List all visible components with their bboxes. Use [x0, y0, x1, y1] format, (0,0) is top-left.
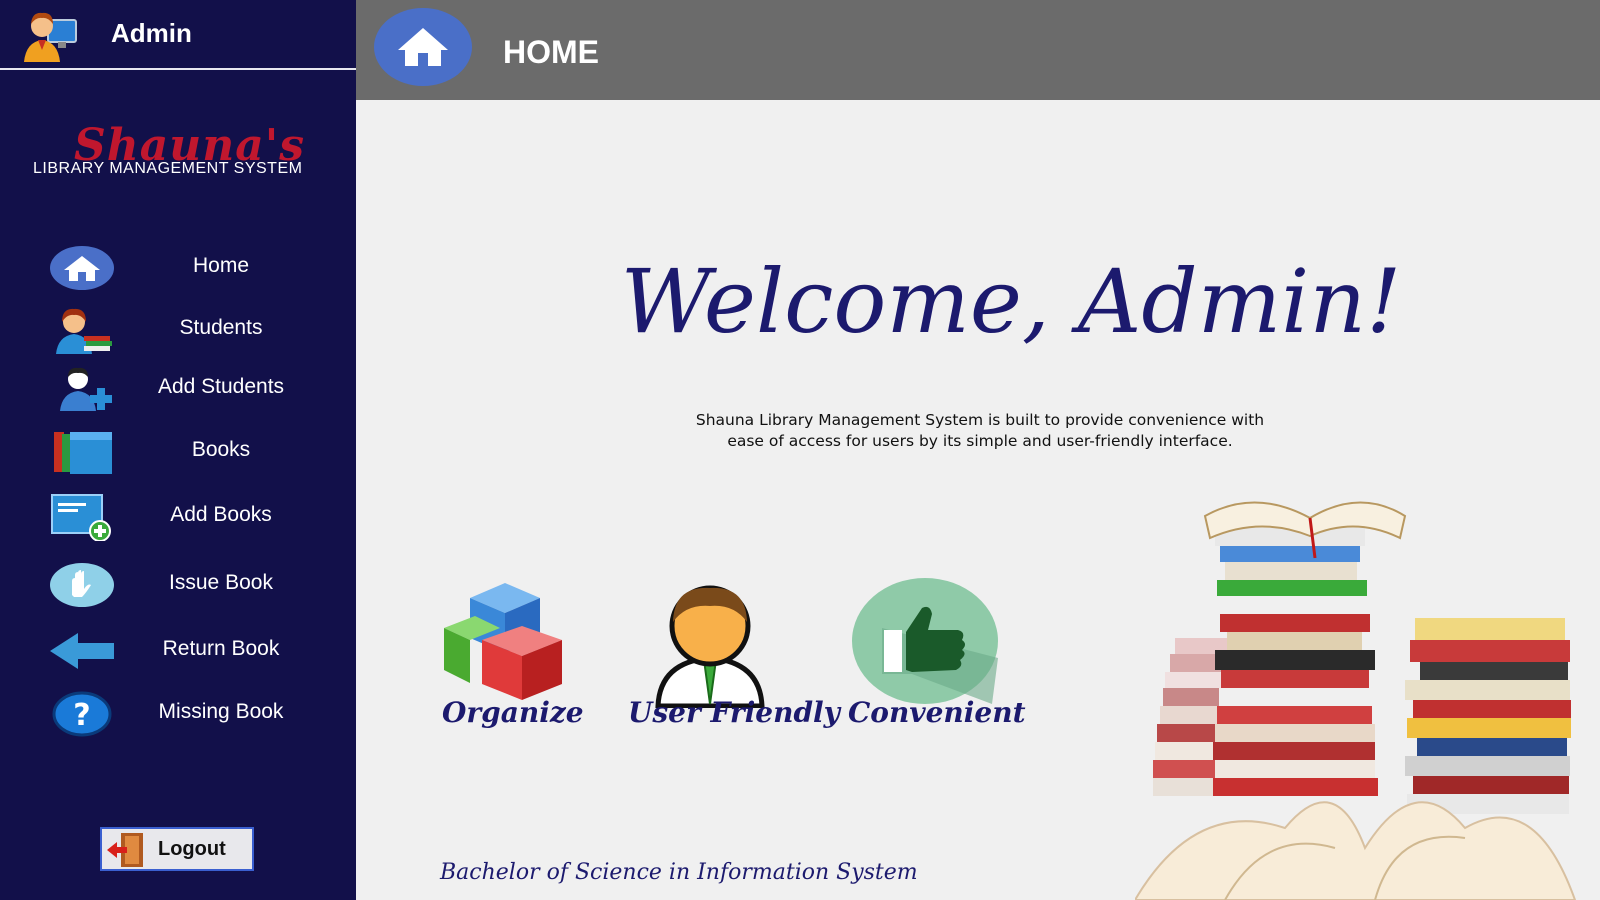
user-icon [655, 585, 765, 708]
sidebar-item-label: Home [192, 254, 250, 277]
logout-button[interactable]: Logout [100, 827, 254, 871]
sidebar-item-add-students[interactable]: Add Students [0, 361, 356, 417]
hand-icon [50, 563, 114, 607]
sidebar-item-label: Books [191, 438, 251, 461]
exit-door-icon [107, 833, 143, 867]
logo-subtitle: LIBRARY MANAGEMENT SYSTEM [33, 160, 303, 177]
description: Shauna Library Management System is buil… [620, 410, 1340, 452]
book-stack-center [1213, 528, 1378, 796]
description-line-1: Shauna Library Management System is buil… [695, 411, 1265, 429]
cubes-icon [444, 583, 562, 700]
sidebar-item-missing-book[interactable]: ? Missing Book [0, 686, 356, 742]
sidebar-item-label: Return Book [162, 637, 280, 660]
sidebar-item-issue-book[interactable]: Issue Book [0, 557, 356, 613]
description-line-2: ease of access for users by its simple a… [727, 432, 1233, 450]
sidebar: Admin Shauna's LIBRARY MANAGEMENT SYSTEM… [0, 0, 356, 900]
add-books-icon [51, 494, 111, 541]
add-student-icon [60, 367, 112, 411]
home-icon [50, 246, 114, 290]
open-book-bottom [1135, 801, 1577, 900]
book-stack-illustration [1135, 501, 1577, 900]
feature-label: Convenient [848, 696, 1026, 729]
sidebar-item-home[interactable]: Home [0, 240, 356, 296]
footer-text: Bachelor of Science in Information Syste… [440, 860, 918, 885]
books-icon [54, 432, 112, 474]
students-icon [56, 308, 112, 354]
page-title: HOME [503, 34, 599, 70]
app-logo: Shauna's LIBRARY MANAGEMENT SYSTEM [28, 120, 328, 188]
arrow-left-icon [50, 633, 114, 669]
admin-avatar-icon [24, 12, 77, 62]
question-icon: ? [52, 691, 112, 737]
logout-label: Logout [158, 838, 226, 860]
sidebar-item-books[interactable]: Books [0, 424, 356, 480]
top-bar: HOME [356, 0, 1600, 100]
sidebar-header: Admin [0, 0, 356, 70]
sidebar-item-label: Add Books [170, 503, 272, 526]
sidebar-item-add-books[interactable]: Add Books [0, 489, 356, 545]
feature-label: User Friendly [628, 696, 840, 729]
sidebar-item-label: Add Students [157, 375, 285, 398]
book-stack-right [1405, 618, 1571, 814]
home-icon [374, 8, 472, 86]
sidebar-item-label: Missing Book [158, 700, 284, 723]
admin-name: Admin [111, 18, 192, 48]
sidebar-item-students[interactable]: Students [0, 302, 356, 358]
feature-label: Organize [442, 696, 584, 729]
svg-text:?: ? [73, 698, 90, 733]
sidebar-item-return-book[interactable]: Return Book [0, 623, 356, 679]
sidebar-item-label: Issue Book [169, 571, 273, 594]
welcome-heading: Welcome, Admin! [620, 250, 1402, 353]
thumbs-up-icon [852, 578, 998, 704]
sidebar-item-label: Students [179, 316, 263, 339]
